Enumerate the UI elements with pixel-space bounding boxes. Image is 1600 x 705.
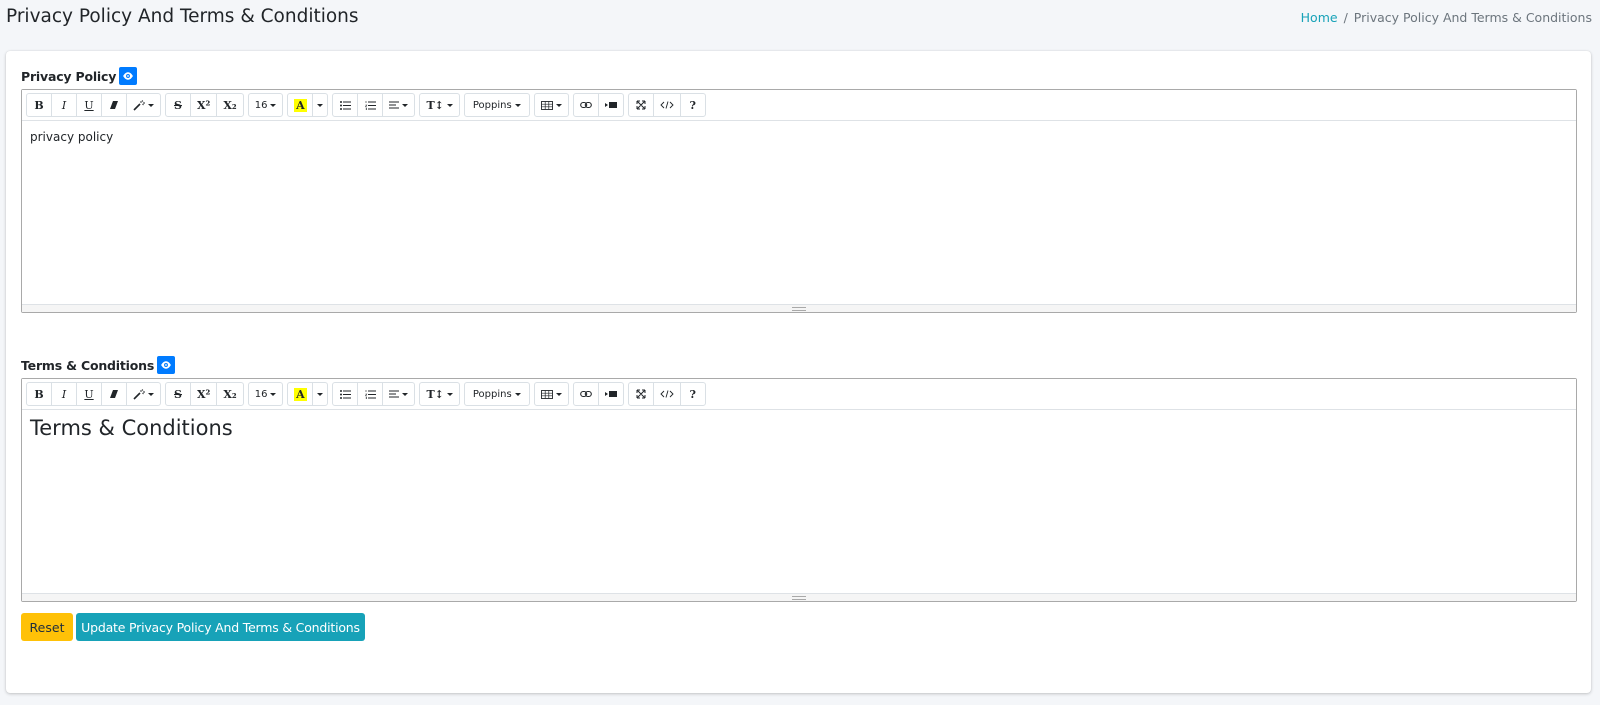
- terms-preview-button[interactable]: [157, 356, 176, 374]
- breadcrumb-current: Privacy Policy And Terms & Conditions: [1353, 10, 1592, 25]
- table-dropdown[interactable]: [533, 93, 569, 117]
- breadcrumb: Home / Privacy Policy And Terms & Conditio…: [1301, 10, 1592, 25]
- code-icon: [660, 101, 674, 109]
- magic-wand-icon: [133, 99, 145, 111]
- table-icon: [540, 100, 553, 110]
- privacy-policy-label-row: Privacy Policy: [21, 65, 1582, 87]
- privacy-policy-label: Privacy Policy: [21, 68, 117, 84]
- list-numbered-icon: [364, 389, 376, 399]
- superscript-button[interactable]: X²: [190, 382, 218, 406]
- fullscreen-button[interactable]: [627, 93, 654, 117]
- line-height-dropdown[interactable]: T↕: [419, 382, 460, 406]
- underline-button[interactable]: U: [76, 382, 102, 406]
- list-bullet-icon: [339, 389, 351, 399]
- link-icon: [579, 390, 592, 398]
- eraser-button[interactable]: [101, 382, 127, 406]
- help-button[interactable]: ?: [679, 93, 706, 117]
- fullscreen-icon: [636, 100, 646, 110]
- list-numbered-icon: [364, 100, 376, 110]
- superscript-button[interactable]: X²: [190, 93, 218, 117]
- privacy-policy-editor: B I U S X² X₂ 16 A T↕ Poppins ? privacy …: [21, 89, 1577, 313]
- breadcrumb-home-link[interactable]: Home: [1301, 10, 1338, 25]
- color-dropdown-button[interactable]: [312, 382, 329, 406]
- ordered-list-button[interactable]: [357, 93, 384, 117]
- strikethrough-button[interactable]: S: [165, 93, 191, 117]
- resize-grip-icon: [792, 596, 806, 600]
- italic-button[interactable]: I: [51, 93, 77, 117]
- underline-button[interactable]: U: [76, 93, 102, 117]
- resize-grip-icon: [792, 307, 806, 311]
- font-size-dropdown[interactable]: 16: [247, 93, 284, 117]
- terms-label: Terms & Conditions: [21, 357, 155, 373]
- privacy-policy-preview-button[interactable]: [119, 67, 138, 85]
- terms-editor: B I U S X² X₂ 16 A T↕ Poppins ? Terms & …: [21, 378, 1577, 602]
- video-button[interactable]: [597, 93, 624, 117]
- eye-icon: [161, 361, 171, 369]
- help-button[interactable]: ?: [679, 382, 706, 406]
- list-bullet-icon: [339, 100, 351, 110]
- form-card: Privacy Policy B I U S X² X₂ 16 A T↕ Pop…: [6, 51, 1591, 693]
- fullscreen-icon: [636, 389, 646, 399]
- video-icon: [604, 391, 617, 397]
- editor-resize-bar[interactable]: [22, 304, 1576, 312]
- subscript-button[interactable]: X₂: [216, 93, 244, 117]
- editor-toolbar: B I U S X² X₂ 16 A T↕ Poppins ?: [22, 90, 1576, 121]
- code-view-button[interactable]: [652, 382, 681, 406]
- align-left-icon: [389, 390, 400, 398]
- editor-resize-bar[interactable]: [22, 593, 1576, 601]
- highlight-color-button[interactable]: A: [287, 93, 314, 117]
- code-view-button[interactable]: [652, 93, 681, 117]
- unordered-list-button[interactable]: [332, 382, 359, 406]
- magic-wand-icon: [133, 388, 145, 400]
- table-dropdown[interactable]: [533, 382, 569, 406]
- highlight-color-button[interactable]: A: [287, 382, 314, 406]
- terms-section: Terms & Conditions B I U S X² X₂ 16 A T↕…: [21, 354, 1582, 602]
- code-icon: [660, 390, 674, 398]
- paragraph-align-dropdown[interactable]: [382, 93, 416, 117]
- italic-button[interactable]: I: [51, 382, 77, 406]
- form-actions: Reset Update Privacy Policy And Terms & …: [21, 613, 365, 641]
- eye-icon: [123, 72, 134, 80]
- privacy-policy-content[interactable]: privacy policy: [22, 121, 1576, 306]
- bold-button[interactable]: B: [26, 382, 52, 406]
- paragraph-align-dropdown[interactable]: [382, 382, 416, 406]
- ordered-list-button[interactable]: [357, 382, 384, 406]
- fullscreen-button[interactable]: [627, 382, 654, 406]
- privacy-policy-section: Privacy Policy B I U S X² X₂ 16 A T↕ Pop…: [21, 65, 1582, 313]
- font-family-dropdown[interactable]: Poppins: [463, 382, 530, 406]
- style-magic-button[interactable]: [126, 382, 161, 406]
- color-dropdown-button[interactable]: [312, 93, 329, 117]
- link-button[interactable]: [572, 93, 599, 117]
- link-button[interactable]: [572, 382, 599, 406]
- terms-content[interactable]: Terms & Conditions: [22, 410, 1576, 595]
- eraser-button[interactable]: [101, 93, 127, 117]
- eraser-icon: [110, 101, 118, 109]
- line-height-dropdown[interactable]: T↕: [419, 93, 460, 117]
- breadcrumb-separator: /: [1343, 10, 1348, 25]
- style-magic-button[interactable]: [126, 93, 161, 117]
- subscript-button[interactable]: X₂: [216, 382, 244, 406]
- unordered-list-button[interactable]: [332, 93, 359, 117]
- video-icon: [604, 102, 617, 108]
- align-left-icon: [389, 101, 400, 109]
- link-icon: [579, 101, 592, 109]
- update-button[interactable]: Update Privacy Policy And Terms & Condit…: [76, 613, 365, 641]
- video-button[interactable]: [597, 382, 624, 406]
- eraser-icon: [110, 390, 118, 398]
- page-header: Privacy Policy And Terms & Conditions Ho…: [0, 0, 1600, 50]
- table-icon: [540, 389, 553, 399]
- page-title: Privacy Policy And Terms & Conditions: [6, 6, 359, 27]
- bold-button[interactable]: B: [26, 93, 52, 117]
- strikethrough-button[interactable]: S: [165, 382, 191, 406]
- reset-button[interactable]: Reset: [21, 613, 73, 641]
- terms-label-row: Terms & Conditions: [21, 354, 1582, 376]
- font-family-dropdown[interactable]: Poppins: [463, 93, 530, 117]
- editor-toolbar: B I U S X² X₂ 16 A T↕ Poppins ?: [22, 379, 1576, 410]
- font-size-dropdown[interactable]: 16: [247, 382, 284, 406]
